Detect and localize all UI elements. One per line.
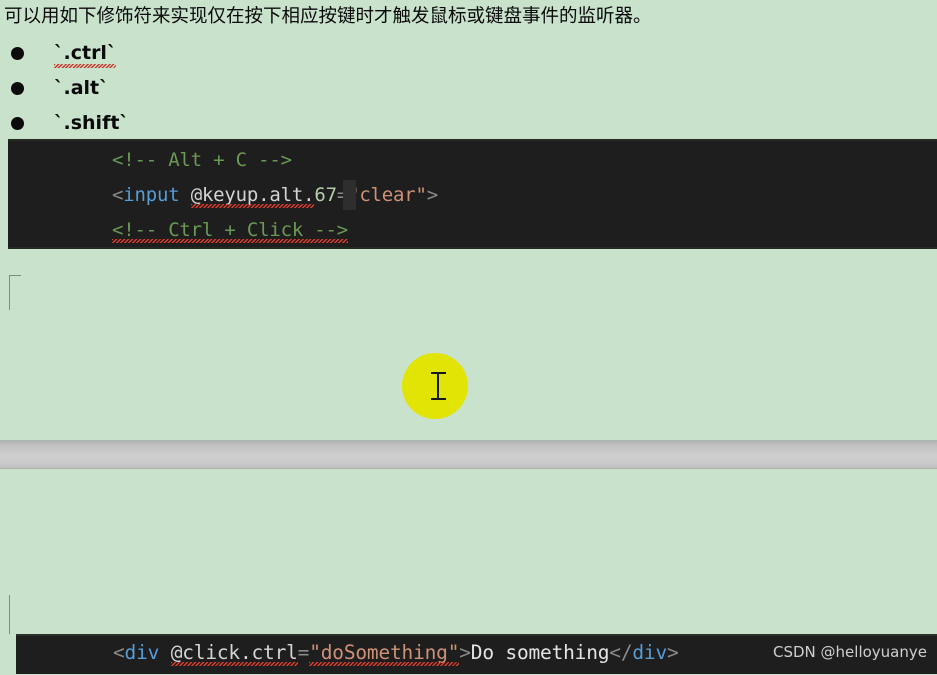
code-token-punct: < [112, 184, 124, 206]
horizontal-scrollbar[interactable] [0, 440, 937, 469]
code-token-punct: > [667, 641, 679, 664]
list-item-label: `.ctrl` [54, 38, 117, 69]
code-line: <!-- Ctrl + Click --> [112, 219, 349, 243]
bullet-dot-icon [11, 47, 24, 60]
bullet-dot-icon [11, 117, 24, 130]
code-token-punct: > [426, 184, 439, 206]
text-cursor-icon [431, 372, 446, 400]
code-token-tag: div [124, 641, 160, 664]
list-item-label: `.alt` [54, 77, 109, 99]
code-block-left-gutter [0, 139, 8, 249]
code-token-text: Do something [470, 641, 610, 664]
list-item: `.alt` [0, 73, 400, 108]
code-token-num: 67 [314, 184, 337, 206]
code-line: <div @click.ctrl="doSomething">Do someth… [113, 641, 679, 666]
spellcheck-underline: @click.ctrl [170, 641, 298, 666]
spellcheck-underline: @keyup.alt. [190, 184, 315, 208]
code-token-punct: > [459, 641, 471, 664]
modifier-list: `.ctrl` `.alt` `.shift` [0, 38, 400, 143]
caret-mark-lower [9, 595, 10, 634]
caret-mark-upper [9, 275, 10, 310]
code-token-attr: @keyup.alt. [190, 184, 315, 208]
text-caret-highlight [343, 180, 356, 210]
intro-paragraph: 可以用如下修饰符来实现仅在按下相应按键时才触发鼠标或键盘事件的监听器。 [4, 6, 652, 27]
list-item: `.ctrl` [0, 38, 400, 73]
ibeam-bottom-cap [431, 398, 446, 400]
code-token-punct [159, 641, 171, 664]
code-token-str: "clear" [348, 184, 427, 206]
code-line: <input @keyup.alt.67="clear"> [112, 184, 439, 208]
spellcheck-underline: "doSomething" [309, 641, 460, 666]
code-token-str: "doSomething" [309, 641, 460, 666]
code-token-punct [179, 184, 190, 206]
bullet-dot-icon [11, 82, 24, 95]
code-token-punct: < [113, 641, 125, 664]
code-token-attr: @click.ctrl [170, 641, 298, 666]
code-token-comment: <!-- Ctrl + Click --> [112, 219, 349, 243]
ibeam-stem [437, 372, 439, 400]
list-item: `.shift` [0, 108, 400, 143]
code-token-tag: div [632, 641, 667, 664]
code-token-comment: <!-- Alt + C --> [112, 149, 292, 171]
caret-mark-cap [9, 275, 21, 276]
code-token-punct: = [297, 641, 310, 664]
code-token-tag: input [123, 184, 180, 206]
code-block-keyup-alt[interactable]: <!-- Alt + C --> <input @keyup.alt.67="c… [8, 139, 937, 249]
list-item-label: `.shift` [54, 112, 129, 134]
code-line: <!-- Alt + C --> [112, 149, 292, 171]
spellcheck-underline: <!-- Ctrl + Click --> [112, 219, 349, 243]
csdn-watermark: CSDN @helloyuanye [773, 643, 927, 661]
code-token-punct: </ [609, 641, 633, 664]
spellcheck-underline: `.ctrl` [54, 38, 117, 69]
